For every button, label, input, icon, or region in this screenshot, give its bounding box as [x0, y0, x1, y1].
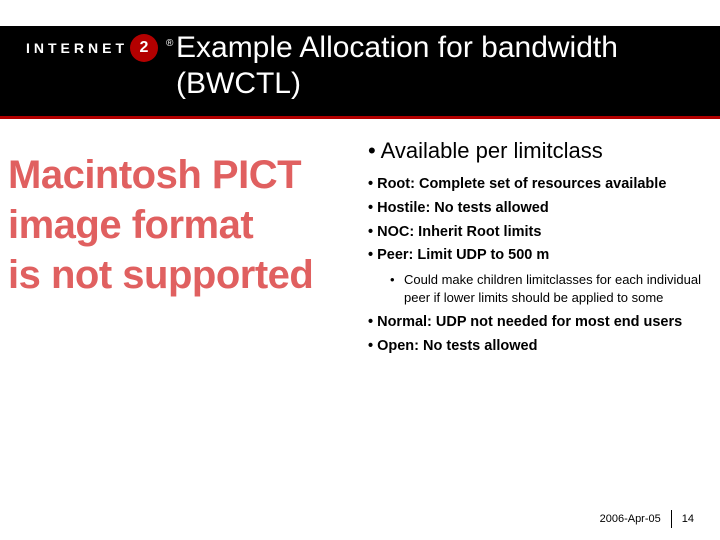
slide-title: Example Allocation for bandwidth (BWCTL) — [176, 30, 700, 102]
bullet-peer-sub: Could make children limitclasses for eac… — [390, 271, 708, 306]
logo-registered: ® — [166, 38, 173, 49]
content-area: • Available per limitclass • Root: Compl… — [368, 138, 708, 360]
bullet-list: • Root: Complete set of resources availa… — [368, 174, 708, 358]
footer-page: 14 — [682, 513, 694, 525]
footer-divider — [671, 510, 672, 528]
pict-line-2: image format — [8, 200, 358, 250]
bullet-open: • Open: No tests allowed — [368, 336, 708, 358]
logo-badge: 2 — [130, 34, 158, 62]
pict-line-1: Macintosh PICT — [8, 150, 358, 200]
bullet-hostile: • Hostile: No tests allowed — [368, 198, 708, 220]
pict-line-3: is not supported — [8, 250, 358, 300]
pict-placeholder: Macintosh PICT image format is not suppo… — [8, 150, 358, 300]
internet2-logo: INTERNET 2 ® — [26, 40, 173, 62]
bullet-root: • Root: Complete set of resources availa… — [368, 174, 708, 196]
logo-text-left: INTERNET — [26, 40, 128, 56]
footer-date: 2006-Apr-05 — [600, 513, 661, 525]
header-underline — [0, 116, 720, 119]
bullet-normal: • Normal: UDP not needed for most end us… — [368, 312, 708, 334]
footer: 2006-Apr-05 14 — [600, 510, 694, 528]
slide: { "logo": { "left": "INTERNET", "badge":… — [0, 0, 720, 540]
bullet-peer: • Peer: Limit UDP to 500 m — [368, 245, 708, 267]
lead-bullet: • Available per limitclass — [368, 138, 708, 164]
bullet-noc: • NOC: Inherit Root limits — [368, 222, 708, 244]
